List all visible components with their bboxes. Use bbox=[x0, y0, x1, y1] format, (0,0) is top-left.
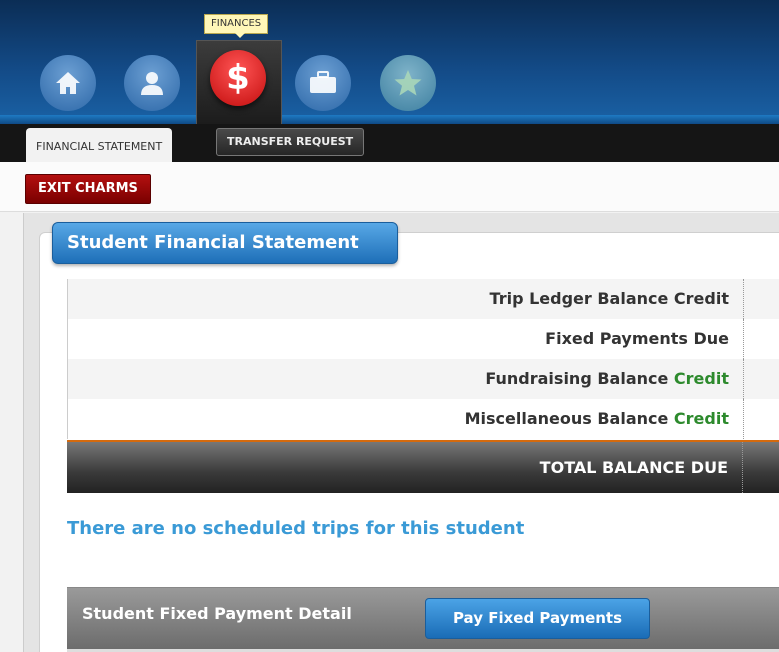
pay-fixed-payments-button[interactable]: Pay Fixed Payments bbox=[425, 598, 650, 639]
balance-label: Miscellaneous Balance Credit bbox=[68, 399, 744, 439]
finances-tooltip: FINANCES bbox=[204, 14, 269, 38]
dollar-icon[interactable]: $ bbox=[210, 50, 266, 106]
statement-title: Student Financial Statement bbox=[52, 222, 398, 264]
fundraising-label: Fundraising Balance bbox=[485, 369, 669, 388]
balance-table: Trip Ledger Balance Credit Fixed Payment… bbox=[67, 279, 779, 439]
balance-label: Fundraising Balance Credit bbox=[68, 359, 744, 399]
trip-ledger-label: Trip Ledger Balance Credit bbox=[489, 289, 729, 308]
dollar-symbol: $ bbox=[226, 58, 250, 98]
fixed-payments-label: Fixed Payments Due bbox=[545, 329, 729, 348]
tab-transfer-request[interactable]: TRANSFER REQUEST bbox=[216, 128, 365, 156]
star-icon[interactable] bbox=[380, 55, 436, 111]
table-row: Fixed Payments Due bbox=[67, 319, 779, 359]
home-icon[interactable] bbox=[40, 55, 96, 111]
briefcase-icon[interactable] bbox=[295, 55, 351, 111]
balance-label: Trip Ledger Balance Credit bbox=[68, 279, 744, 319]
tab-financial-statement[interactable]: FINANCIAL STATEMENT bbox=[26, 128, 173, 162]
credit-status: Credit bbox=[673, 369, 729, 388]
header-divider bbox=[0, 115, 779, 124]
total-balance-label: TOTAL BALANCE DUE bbox=[67, 442, 743, 493]
total-row: TOTAL BALANCE DUE bbox=[67, 440, 779, 493]
table-row: Trip Ledger Balance Credit bbox=[67, 279, 779, 319]
table-row: Miscellaneous Balance Credit bbox=[67, 399, 779, 439]
miscellaneous-label: Miscellaneous Balance bbox=[464, 409, 669, 428]
credit-status: Credit bbox=[673, 409, 729, 428]
no-trips-message: There are no scheduled trips for this st… bbox=[67, 518, 525, 539]
exit-charms-button[interactable]: EXIT CHARMS bbox=[25, 174, 151, 204]
person-icon[interactable] bbox=[124, 55, 180, 111]
fixed-payment-title: Student Fixed Payment Detail bbox=[82, 604, 352, 623]
balance-label: Fixed Payments Due bbox=[68, 319, 744, 359]
table-row: Fundraising Balance Credit bbox=[67, 359, 779, 399]
app-window: $ FINANCES FINANCIAL STATEMENT TRANSFER … bbox=[0, 0, 779, 652]
